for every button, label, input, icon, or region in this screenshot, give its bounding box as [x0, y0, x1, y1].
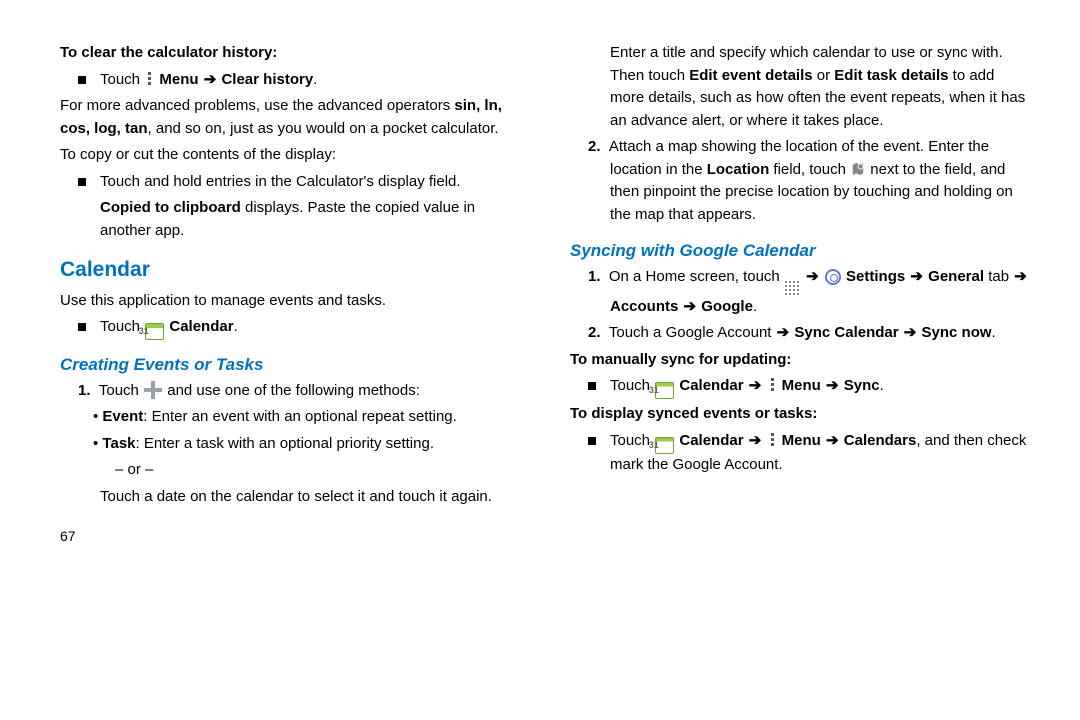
- arrow-icon: ➔: [909, 268, 924, 285]
- step-1: 1. Touch and use one of the following me…: [100, 380, 520, 403]
- copy-cut-heading: To copy or cut the contents of the displ…: [60, 144, 520, 167]
- bullet-touch-hold: Touch and hold entries in the Calculator…: [100, 171, 520, 194]
- arrow-icon: ➔: [825, 432, 840, 449]
- copied-to-clipboard: Copied to clipboard displays. Paste the …: [100, 197, 520, 242]
- calendar-intro: Use this application to manage events an…: [60, 290, 520, 313]
- sub-task: • Task: Enter a task with an optional pr…: [115, 433, 520, 456]
- display-synced-heading: To display synced events or tasks:: [570, 403, 1030, 426]
- sub-event: • Event: Enter an event with an optional…: [115, 406, 520, 429]
- advanced-operators-text: For more advanced problems, use the adva…: [60, 95, 520, 140]
- left-column: To clear the calculator history: Touch M…: [60, 40, 520, 551]
- map-pin-icon: [851, 161, 865, 177]
- calendar-icon: 31: [655, 382, 674, 399]
- arrow-icon: ➔: [683, 298, 698, 315]
- syncing-heading: Syncing with Google Calendar: [570, 238, 1030, 264]
- right-column: Enter a title and specify which calendar…: [570, 40, 1030, 551]
- arrow-icon: ➔: [903, 324, 918, 341]
- settings-gear-icon: [825, 269, 841, 285]
- arrow-icon: ➔: [203, 71, 218, 88]
- arrow-icon: ➔: [825, 377, 840, 394]
- page-number: 67: [60, 526, 520, 547]
- menu-icon: [145, 72, 154, 86]
- sync-step-2: 2. Touch a Google Account ➔ Sync Calenda…: [610, 322, 1030, 345]
- arrow-icon: ➔: [805, 268, 820, 285]
- calendar-heading: Calendar: [60, 254, 520, 286]
- bullet-touch-calendar: Touch 31 Calendar.: [100, 316, 520, 340]
- sync-step-1: 1. On a Home screen, touch ➔ Settings ➔ …: [610, 266, 1030, 319]
- apps-grid-icon: [785, 281, 800, 296]
- manual-sync-heading: To manually sync for updating:: [570, 349, 1030, 372]
- menu-icon: [768, 433, 777, 447]
- calendar-icon: 31: [145, 323, 164, 340]
- square-bullet-icon: [588, 382, 596, 390]
- arrow-icon: ➔: [1013, 268, 1028, 285]
- bullet-display-synced: Touch 31 Calendar ➔ Menu ➔ Calendars, an…: [610, 430, 1030, 477]
- plus-icon: [144, 381, 162, 399]
- menu-icon: [768, 378, 777, 392]
- square-bullet-icon: [78, 323, 86, 331]
- calendar-icon: 31: [655, 437, 674, 454]
- arrow-icon: ➔: [776, 324, 791, 341]
- creating-events-heading: Creating Events or Tasks: [60, 352, 520, 378]
- bullet-manual-sync: Touch 31 Calendar ➔ Menu ➔ Sync.: [610, 375, 1030, 399]
- step-2-map: 2. Attach a map showing the location of …: [610, 136, 1030, 226]
- square-bullet-icon: [78, 76, 86, 84]
- heading-clear-history: To clear the calculator history:: [60, 42, 520, 65]
- touch-date: Touch a date on the calendar to select i…: [100, 486, 520, 509]
- or-line: – or –: [115, 459, 520, 482]
- square-bullet-icon: [78, 178, 86, 186]
- bullet-clear-history: Touch Menu ➔ Clear history.: [100, 69, 520, 92]
- arrow-icon: ➔: [748, 377, 763, 394]
- enter-title-para: Enter a title and specify which calendar…: [610, 42, 1030, 132]
- square-bullet-icon: [588, 437, 596, 445]
- arrow-icon: ➔: [748, 432, 763, 449]
